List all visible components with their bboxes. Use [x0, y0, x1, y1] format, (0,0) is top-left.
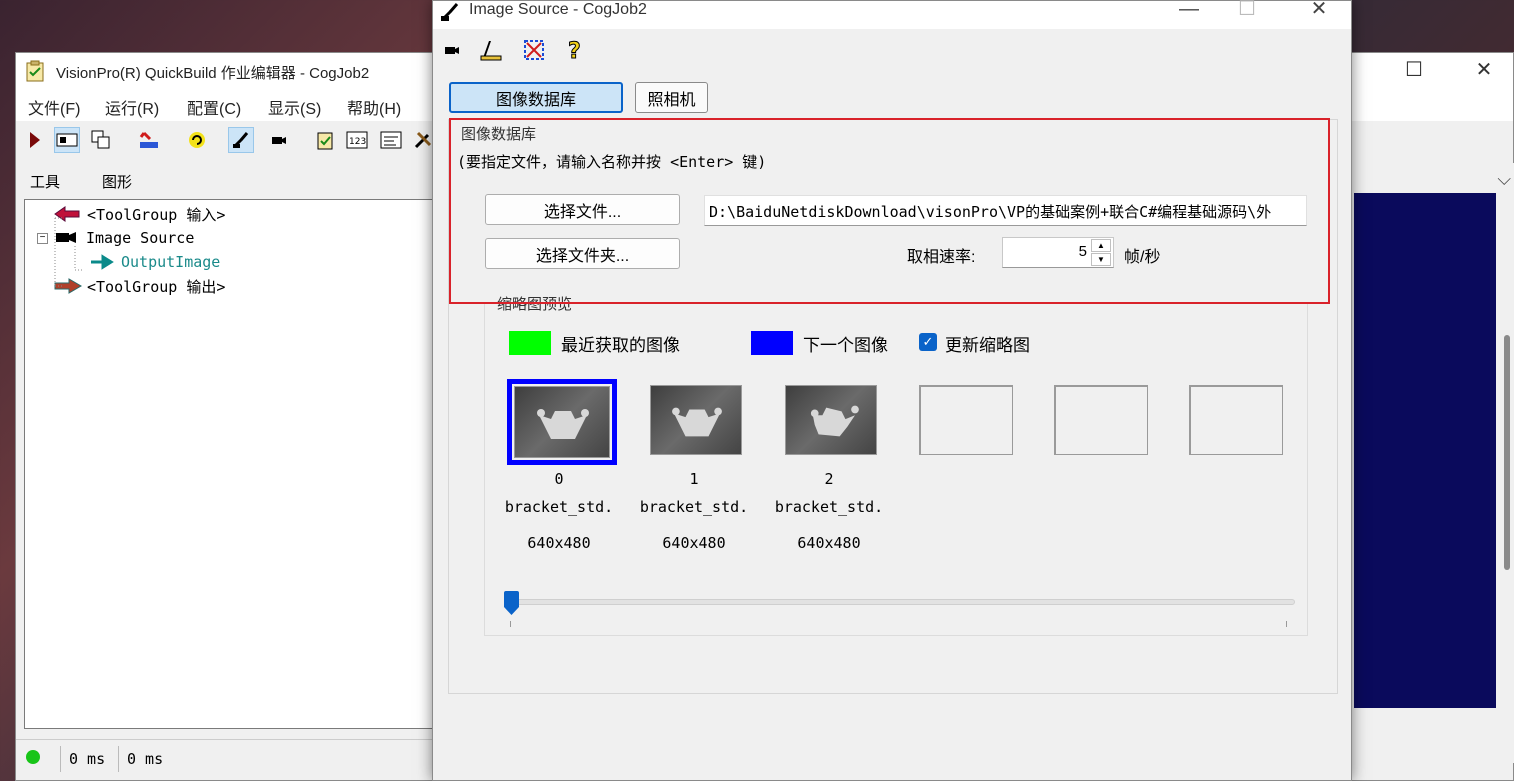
empty-slot	[1054, 385, 1148, 455]
close-button[interactable]: ✕	[1461, 53, 1507, 89]
menu-help[interactable]: 帮助(H)	[347, 95, 401, 119]
thumbnail-2[interactable]	[777, 379, 887, 465]
highlight-box	[449, 118, 1330, 304]
image-view-icon[interactable]	[54, 127, 80, 153]
quickbuild-toolbar: 123	[16, 123, 446, 159]
quickbuild-title: VisionPro(R) QuickBuild 作业编辑器 - CogJob2	[56, 65, 370, 82]
run-icon[interactable]	[22, 127, 48, 153]
tree-lines	[54, 217, 83, 287]
tab-camera[interactable]: 照相机	[635, 82, 708, 113]
thumbnail-empty[interactable]	[1046, 379, 1156, 465]
thumbnail-image	[785, 385, 877, 455]
menu-file[interactable]: 文件(F)	[28, 95, 80, 119]
status-indicator-icon	[26, 750, 40, 764]
thumbnail-empty[interactable]	[1181, 379, 1291, 465]
clipboard-check-icon	[26, 60, 44, 82]
chevron-down-icon[interactable]: ⌵	[1497, 169, 1511, 190]
thumbnail-0-size: 640x480	[527, 534, 591, 552]
slider-tick	[510, 621, 511, 627]
update-thumbnails-checkbox[interactable]: ✓	[919, 333, 937, 351]
output-arrow-icon	[91, 254, 114, 270]
thumbnail-1[interactable]	[642, 379, 752, 465]
thumbnail-1-index: 1	[689, 470, 699, 488]
legend-recent-label: 最近获取的图像	[561, 336, 680, 355]
thumbnail-image	[514, 386, 610, 458]
empty-slot	[919, 385, 1013, 455]
bracket-part-icon	[537, 409, 589, 439]
camera-icon[interactable]	[266, 127, 292, 153]
menu-config[interactable]: 配置(C)	[187, 95, 241, 119]
loop-icon[interactable]	[184, 127, 210, 153]
dialog-titlebar: Image Source - CogJob2 — ☐ ✕	[433, 0, 1351, 29]
thumbnail-0-index: 0	[554, 470, 564, 488]
thumbnail-2-name: bracket_std.	[774, 498, 884, 516]
minimize-button[interactable]: —	[1159, 0, 1219, 23]
thumbnail-0[interactable]	[507, 379, 617, 465]
thumbnail-slider-handle[interactable]	[503, 591, 520, 615]
tab-tools[interactable]: 工具	[20, 167, 70, 195]
tab-graphics[interactable]: 图形	[92, 167, 142, 195]
maximize-button[interactable]: ☐	[1217, 0, 1277, 23]
camera-icon[interactable]	[439, 37, 465, 63]
status-time-1: 0 ms	[60, 746, 113, 772]
numeric-icon[interactable]: 123	[344, 127, 370, 153]
update-thumbnails-label: 更新缩略图	[945, 336, 1030, 355]
menu-run[interactable]: 运行(R)	[105, 95, 159, 119]
status-bar: 0 ms 0 ms	[16, 739, 436, 775]
thumbnail-1-size: 640x480	[662, 534, 726, 552]
slider-tick	[1286, 621, 1287, 627]
roi-icon[interactable]	[521, 37, 547, 63]
thumbnail-image	[650, 385, 742, 455]
legend-next-label: 下一个图像	[803, 336, 888, 355]
dialog-title: Image Source - CogJob2	[469, 1, 647, 18]
tab-image-database[interactable]: 图像数据库	[449, 82, 623, 113]
vertical-scrollbar[interactable]	[1500, 193, 1514, 708]
thumbnail-1-name: bracket_std.	[639, 498, 749, 516]
maximize-button[interactable]: ☐	[1391, 53, 1437, 89]
svg-text:123: 123	[349, 137, 366, 147]
close-button[interactable]: ✕	[1289, 0, 1349, 23]
copy-image-icon[interactable]	[88, 127, 114, 153]
status-time-2: 0 ms	[118, 746, 171, 772]
thumbnail-slider-track[interactable]	[509, 599, 1295, 605]
thumbnail-0-name: bracket_std.	[504, 498, 614, 516]
calibration-icon[interactable]	[478, 37, 504, 63]
acquire-tool-icon	[440, 3, 459, 22]
image-display[interactable]	[1354, 193, 1496, 708]
help-icon[interactable]: ?	[563, 37, 589, 63]
bracket-part-icon	[672, 407, 722, 437]
tool-tree: <ToolGroup 输入> − Image Source OutputImag…	[24, 199, 436, 729]
legend-recent-swatch	[509, 331, 551, 355]
thumbnail-empty[interactable]	[911, 379, 1021, 465]
svg-text:?: ?	[568, 39, 581, 62]
acquire-tool-icon[interactable]	[228, 127, 254, 153]
text-list-icon[interactable]	[378, 127, 404, 153]
tree-row-output-image[interactable]: OutputImage	[89, 250, 220, 274]
empty-slot	[1189, 385, 1283, 455]
thumbnail-2-index: 2	[824, 470, 834, 488]
load-arrow-icon[interactable]	[136, 127, 162, 153]
thumbnail-2-size: 640x480	[797, 534, 861, 552]
legend-next-swatch	[751, 331, 793, 355]
bracket-part-icon	[810, 405, 859, 437]
menu-view[interactable]: 显示(S)	[268, 95, 321, 119]
clipboard-icon[interactable]	[312, 127, 338, 153]
scrollbar-thumb[interactable]	[1504, 335, 1510, 570]
